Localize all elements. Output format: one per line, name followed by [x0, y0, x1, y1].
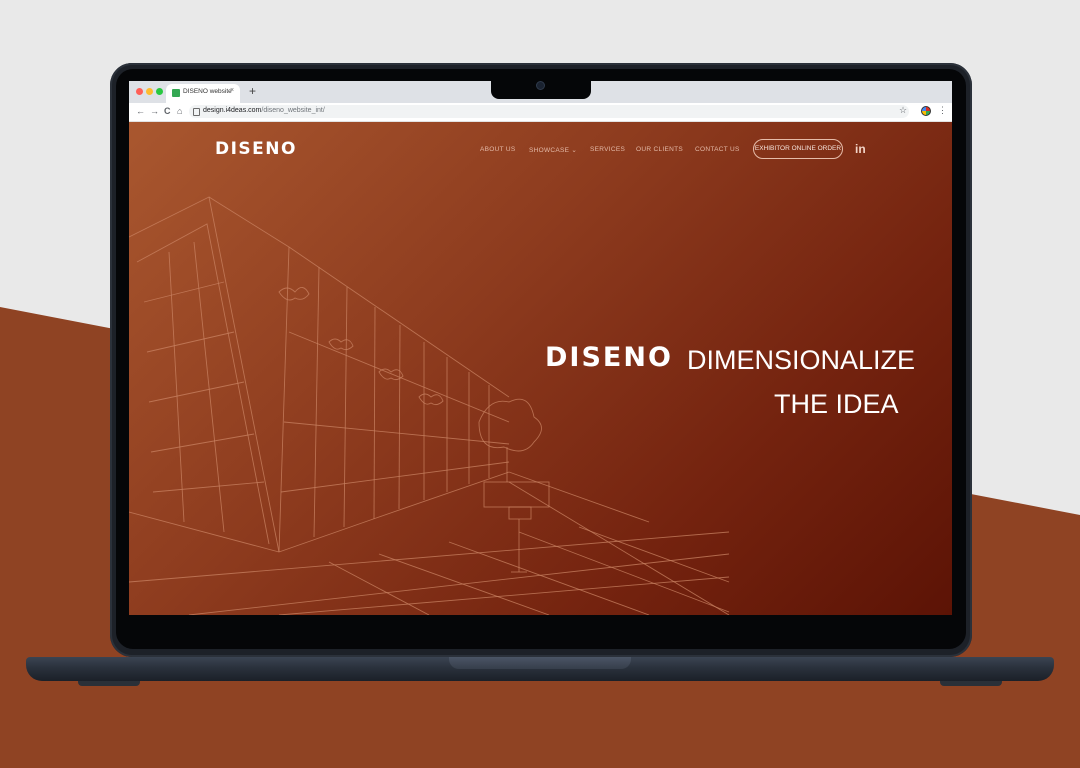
back-icon[interactable]: ←	[136, 105, 145, 117]
tab-title: DISENO website	[183, 88, 232, 95]
close-window-button[interactable]	[136, 88, 143, 95]
nav-about-us[interactable]: ABOUT US	[480, 146, 516, 153]
bookmark-star-icon[interactable]: ☆	[899, 105, 907, 116]
url-host: design.i4deas.com	[203, 107, 262, 114]
lock-icon	[193, 108, 200, 116]
minimize-window-button[interactable]	[146, 88, 153, 95]
hero-brand-logo: DISENO	[545, 342, 673, 373]
architecture-sketch-illustration	[129, 196, 730, 615]
browser-tab[interactable]: DISENO website ×	[166, 84, 240, 103]
website-hero: DISENO ABOUT US SHOWCASE ⌄ SERVICES OUR …	[129, 122, 952, 615]
maximize-window-button[interactable]	[156, 88, 163, 95]
nav-contact-us[interactable]: CONTACT US	[695, 146, 740, 153]
laptop-screen: DISENO website × + ← → C ⌂ design.i4deas…	[129, 81, 952, 615]
reload-icon[interactable]: C	[164, 105, 171, 117]
nav-showcase[interactable]: SHOWCASE ⌄	[529, 146, 577, 154]
site-favicon-icon	[172, 89, 180, 97]
browser-menu-icon[interactable]: ⋮	[938, 105, 947, 116]
exhibitor-online-order-button[interactable]: EXHIBITOR ONLINE ORDER	[753, 139, 843, 159]
close-tab-icon[interactable]: ×	[230, 87, 234, 94]
hero-tagline-line1: DIMENSIONALIZE	[687, 345, 916, 375]
forward-icon[interactable]: →	[150, 105, 159, 117]
camera-icon	[536, 81, 545, 90]
hero-tagline-line2: THE IDEA	[774, 389, 899, 419]
site-logo[interactable]: DISENO	[215, 139, 297, 159]
laptop-foot-right	[940, 681, 1002, 686]
nav-our-clients[interactable]: OUR CLIENTS	[636, 146, 683, 153]
laptop-opening-lip	[449, 657, 631, 669]
address-bar[interactable]: design.i4deas.com/diseno_website_int/	[189, 105, 909, 118]
url-path: /diseno_website_int/	[261, 107, 325, 114]
profile-avatar[interactable]	[921, 106, 931, 116]
browser-toolbar: ← → C ⌂ design.i4deas.com/diseno_website…	[129, 103, 952, 122]
laptop-foot-left	[78, 681, 140, 686]
nav-services[interactable]: SERVICES	[590, 146, 625, 153]
new-tab-button[interactable]: +	[249, 84, 256, 98]
linkedin-icon[interactable]: in	[855, 142, 866, 156]
url-text: design.i4deas.com/diseno_website_int/	[203, 107, 325, 114]
home-icon[interactable]: ⌂	[177, 105, 182, 117]
